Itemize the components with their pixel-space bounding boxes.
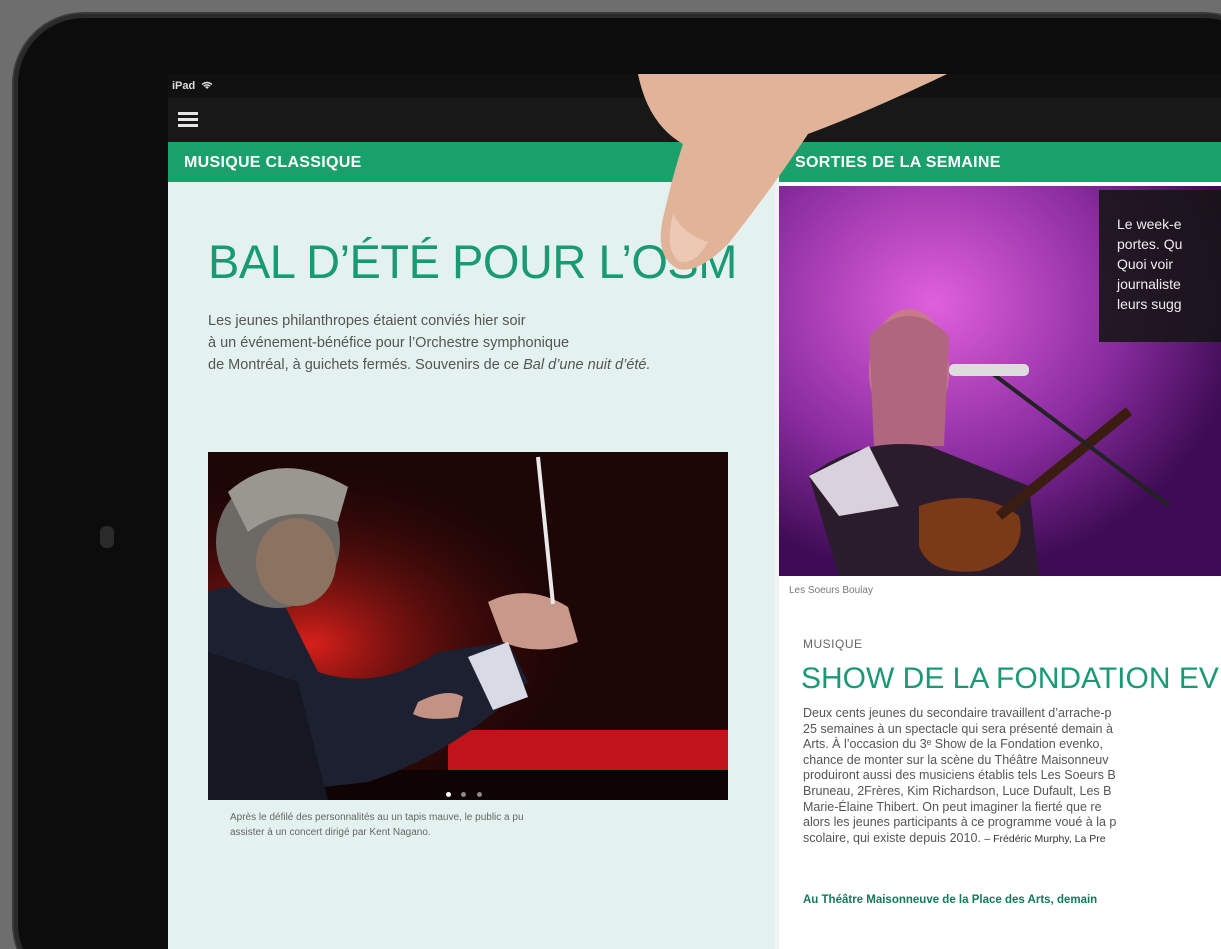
body-line: Arts. À l’occasion du 3ᵉ Show de la Fond…	[803, 737, 1103, 752]
photo-caption: Les Soeurs Boulay	[789, 585, 873, 596]
carousel-dots[interactable]	[446, 784, 482, 800]
body-line: Bruneau, 2Frères, Kim Richardson, Luce D…	[803, 783, 1112, 798]
deck-italic: Bal d’une nuit d’été.	[523, 357, 651, 373]
article-deck: Les jeunes philanthropes étaient conviés…	[208, 310, 698, 376]
body-line: alors les jeunes participants à ce progr…	[803, 815, 1117, 830]
body-line-text: scolaire, qui existe depuis 2010.	[803, 830, 981, 845]
overlay-line: journaliste	[1117, 276, 1181, 292]
conductor-photo[interactable]	[208, 452, 728, 800]
deck-line: Les jeunes philanthropes étaient conviés…	[208, 313, 526, 329]
front-camera	[100, 526, 114, 548]
deck-line: à un événement-bénéfice pour l’Orchestre…	[208, 335, 570, 351]
overlay-line: Le week-e	[1117, 216, 1182, 232]
app-bar: LA PRESSE+	[168, 98, 1221, 142]
venue-info: Au Théâtre Maisonneuve de la Place des A…	[803, 894, 1098, 906]
section-header-sorties[interactable]: SORTIES DE LA SEMAINE	[779, 142, 1221, 182]
body-line: scolaire, qui existe depuis 2010. – Fréd…	[803, 831, 1221, 848]
carousel-dot[interactable]	[461, 792, 467, 797]
article-byline: – Frédéric Murphy, La Pre	[984, 832, 1106, 845]
status-left: iPad	[172, 80, 213, 92]
article-card-osm[interactable]: BAL D’ÉTÉ POUR L’OSM Les jeunes philanth…	[168, 182, 775, 949]
tablet-screen: iPad 2:36 PM LA PRESSE+ MUSIQUE CLASSIQU…	[168, 74, 1221, 949]
article-kicker: MUSIQUE	[803, 637, 863, 651]
body-line: Deux cents jeunes du secondaire travaill…	[803, 706, 1112, 720]
article-body: Deux cents jeunes du secondaire travaill…	[803, 706, 1221, 847]
app-title: LA PRESSE+	[718, 113, 808, 129]
conductor-illustration	[208, 452, 728, 800]
article-card-sorties[interactable]: Le week-e portes. Qu Quoi voir journalis…	[779, 182, 1221, 949]
wifi-icon	[201, 81, 213, 89]
body-line: chance de monter sur la scène du Théâtre…	[803, 752, 1109, 767]
deck-line: de Montréal, à guichets fermés. Souvenir…	[208, 354, 698, 376]
article-headline: BAL D’ÉTÉ POUR L’OSM	[208, 235, 737, 288]
caption-line: assister à un concert dirigé par Kent Na…	[230, 827, 431, 838]
overlay-line: portes. Qu	[1117, 236, 1183, 252]
section-header-musique-classique[interactable]: MUSIQUE CLASSIQUE	[168, 142, 775, 182]
overlay-line: leurs sugg	[1117, 296, 1182, 312]
article-headline: SHOW DE LA FONDATION EVE	[801, 662, 1221, 695]
body-line: 25 semaines à un spectacle qui sera prés…	[803, 721, 1113, 736]
photo-caption: Après le défilé des personnalités au un …	[230, 810, 670, 840]
device-label: iPad	[172, 80, 196, 92]
status-bar: iPad 2:36 PM	[168, 74, 1221, 98]
carousel-dot[interactable]	[476, 792, 482, 797]
overlay-line: Quoi voir	[1117, 256, 1174, 272]
status-time: 2:36 PM	[730, 80, 772, 92]
hamburger-menu-icon[interactable]	[178, 112, 198, 128]
body-line: Marie-Élaine Thibert. On peut imaginer l…	[803, 799, 1102, 814]
deck-line-text: de Montréal, à guichets fermés. Souvenir…	[208, 357, 520, 373]
teaser-overlay[interactable]: Le week-e portes. Qu Quoi voir journalis…	[1099, 190, 1221, 342]
caption-line: Après le défilé des personnalités au un …	[230, 812, 524, 823]
carousel-dot[interactable]	[446, 792, 451, 797]
body-line: produiront aussi des musiciens établis t…	[803, 768, 1116, 783]
